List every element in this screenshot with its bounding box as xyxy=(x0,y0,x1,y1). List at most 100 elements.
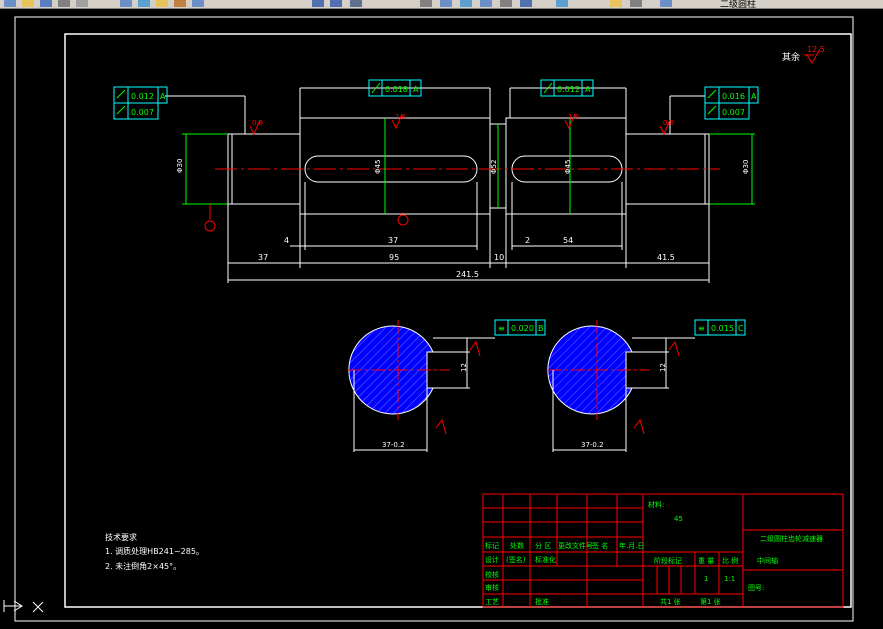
layer-icon[interactable] xyxy=(610,0,622,7)
datum-markers xyxy=(204,204,409,232)
tb-approve-label: 批准 xyxy=(535,597,549,606)
tb-header-3: 更改文件号 xyxy=(558,541,593,550)
tb-stage-label: 阶段标记 xyxy=(654,556,682,565)
tol-seg3-value: 0.012 xyxy=(557,85,580,94)
tb-row-label-3: 校核 xyxy=(485,570,499,579)
tb-header-1: 处数 xyxy=(510,541,524,550)
tb-standard-cell: 标准化 xyxy=(535,555,556,564)
toolpalette-icon[interactable] xyxy=(460,0,472,7)
tol-left-value-1: 0.012 xyxy=(131,92,154,101)
new-icon[interactable] xyxy=(4,0,16,7)
length-labels: 4 37 2 54 37 95 10 41.5 241.5 xyxy=(258,236,675,279)
dim-2: 2 xyxy=(525,236,530,245)
zoom-previous-icon[interactable] xyxy=(350,0,362,7)
tb-material-label: 材料: xyxy=(648,500,664,509)
layer-properties-icon[interactable] xyxy=(660,0,672,7)
section1-datum: B xyxy=(538,324,544,333)
dim-37: 37 xyxy=(258,253,268,262)
dim-241-5: 241.5 xyxy=(456,270,479,279)
section1-depth: 37-0.2 xyxy=(382,441,405,449)
rough-mark-2: 1.6 xyxy=(395,113,407,121)
tb-sign-cell: (签名) xyxy=(506,555,526,564)
diam-label-2: Φ45 xyxy=(374,160,382,174)
tol-frame-right: 0.016 0.007 A xyxy=(704,86,759,120)
tol-right-datum: A xyxy=(751,92,757,101)
tol-seg2-value: 0.018 xyxy=(385,85,408,94)
title-block-text: 材料: 45 二级圆柱齿轮减速器 中间轴 图号: 处数 分 区 更改文件号 签 … xyxy=(485,500,823,606)
diam-label-3: Φ52 xyxy=(490,160,498,174)
tb-part-name: 中间轴 xyxy=(757,556,778,565)
rough-mark-1: 0.8 xyxy=(252,119,263,127)
section1-sym: ≡ xyxy=(498,324,505,333)
tb-count-value: 1 xyxy=(704,575,708,583)
top-extension-lines xyxy=(165,87,705,134)
designcenter-icon[interactable] xyxy=(440,0,452,7)
tb-material-value: 45 xyxy=(674,515,683,523)
tol-left-datum: A xyxy=(160,92,166,101)
undo-icon[interactable] xyxy=(174,0,186,7)
section1-width: 12 xyxy=(460,363,468,372)
ucs-icon xyxy=(3,600,44,613)
cut-icon[interactable] xyxy=(120,0,132,7)
markup-icon[interactable] xyxy=(500,0,512,7)
layer-dropdown[interactable]: 二级圆柱 xyxy=(720,0,756,8)
paste-icon[interactable] xyxy=(156,0,168,7)
section-view-1: 0.020 B ≡ 12 37-0.2 xyxy=(348,319,546,452)
zoom-icon[interactable] xyxy=(330,0,342,7)
tol-seg2-datum: A xyxy=(413,85,419,94)
preview-icon[interactable] xyxy=(76,0,88,7)
section-view-2: 0.015 C ≡ 12 37-0.2 xyxy=(547,319,746,452)
save-icon[interactable] xyxy=(40,0,52,7)
tb-row-label-1: 标记 xyxy=(485,541,499,550)
section2-datum: C xyxy=(738,324,744,333)
dim-54: 54 xyxy=(563,236,573,245)
properties-icon[interactable] xyxy=(420,0,432,7)
tb-header-5: 年.月.日 xyxy=(619,541,644,550)
title-block xyxy=(482,493,844,608)
cad-drawing-area[interactable]: 其余 12.5 Φ30 Φ45 Φ52 Φ45 Φ30 0.012 0.007 … xyxy=(0,9,883,629)
tol-seg3-datum: A xyxy=(585,85,591,94)
toolbar: 二级圆柱 xyxy=(0,0,883,9)
tb-scale-label: 比 例 xyxy=(722,556,738,565)
help-icon[interactable] xyxy=(556,0,568,7)
roughness-marks: 0.8 1.6 1.6 0.8 xyxy=(249,113,674,136)
tb-sheet-no: 第1 张 xyxy=(700,597,721,606)
section2-width: 12 xyxy=(659,363,667,372)
shaft-outline xyxy=(227,117,710,215)
tech-req-line-1: 1. 调质处理HB241~285。 xyxy=(105,546,204,556)
technical-requirements: 技术要求 1. 调质处理HB241~285。 2. 未注倒角2×45°。 xyxy=(105,532,204,571)
open-icon[interactable] xyxy=(22,0,34,7)
tol-right-value-2: 0.007 xyxy=(722,108,745,117)
diam-label-5: Φ30 xyxy=(742,160,750,174)
redo-icon[interactable] xyxy=(192,0,204,7)
diam-label-1: Φ30 xyxy=(176,159,184,173)
tb-header-2: 分 区 xyxy=(535,541,551,550)
tb-row-label-5: 工艺 xyxy=(485,598,499,606)
section2-tol: 0.015 xyxy=(711,324,734,333)
section2-sym: ≡ xyxy=(698,324,705,333)
tb-project: 二级圆柱齿轮减速器 xyxy=(760,534,823,543)
roughness-note: 其余 xyxy=(782,51,800,63)
tol-frame-left: 0.012 0.007 A xyxy=(113,86,168,120)
rough-mark-3: 1.6 xyxy=(568,113,580,121)
diameter-labels: Φ30 Φ45 Φ52 Φ45 Φ30 xyxy=(176,159,750,174)
section1-tol: 0.020 xyxy=(511,324,534,333)
tb-row-label-2: 设计 xyxy=(485,555,499,564)
tech-req-line-2: 2. 未注倒角2×45°。 xyxy=(105,561,181,571)
diameter-dimensions xyxy=(182,118,755,214)
calc-icon[interactable] xyxy=(520,0,532,7)
dim-95: 95 xyxy=(389,253,399,262)
tech-req-title: 技术要求 xyxy=(105,532,137,542)
diam-label-4: Φ45 xyxy=(564,160,572,174)
tol-left-value-2: 0.007 xyxy=(131,108,154,117)
tb-weight-label: 重 量 xyxy=(698,557,714,565)
pan-icon[interactable] xyxy=(312,0,324,7)
sheetset-icon[interactable] xyxy=(480,0,492,7)
print-icon[interactable] xyxy=(58,0,70,7)
dim-37-key: 37 xyxy=(388,236,398,245)
dim-4: 4 xyxy=(284,236,289,245)
copy-icon[interactable] xyxy=(138,0,150,7)
tb-header-4: 签 名 xyxy=(592,541,608,550)
tb-row-label-4: 审核 xyxy=(485,583,499,592)
layer-state-icon[interactable] xyxy=(630,0,642,7)
